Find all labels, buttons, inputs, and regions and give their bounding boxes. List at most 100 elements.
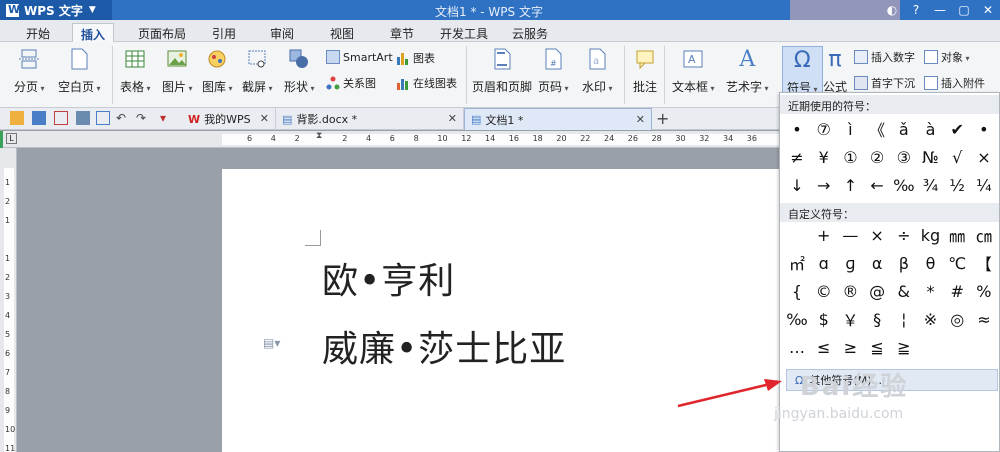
help-icon[interactable]: ? — [908, 2, 924, 18]
recent-symbol-cell[interactable]: ② — [864, 145, 890, 169]
tab-home[interactable]: 开始 — [18, 23, 58, 42]
close-icon[interactable]: ✕ — [980, 2, 996, 18]
table-button[interactable]: 表格 — [120, 46, 151, 95]
recent-symbol-cell[interactable]: ⑦ — [811, 117, 837, 141]
insert-attachment-button[interactable]: 插入附件 — [924, 75, 985, 91]
online-chart-button[interactable]: 在线图表 — [396, 75, 457, 91]
custom-symbol-cell[interactable]: ㎡ — [784, 251, 810, 275]
recent-symbol-cell[interactable]: ↓ — [784, 173, 810, 197]
recent-symbol-cell[interactable]: 《 — [864, 117, 890, 141]
header-footer-button[interactable]: 页眉和页脚 — [472, 46, 532, 95]
recent-symbol-cell[interactable]: ≠ — [784, 145, 810, 169]
recent-symbol-cell[interactable]: ¥ — [811, 145, 837, 169]
recent-symbol-cell[interactable]: ǎ — [891, 117, 917, 141]
close-tab-icon[interactable]: ✕ — [636, 113, 645, 126]
customize-arrow-icon[interactable]: ▾ — [160, 111, 174, 125]
document-line-1[interactable]: 欧•亨利 — [322, 252, 455, 304]
custom-symbol-cell[interactable]: # — [944, 279, 970, 303]
save-icon[interactable] — [32, 111, 46, 125]
custom-symbol-cell[interactable]: ɑ — [811, 251, 837, 275]
document-line-2[interactable]: 威廉•莎士比亚 — [322, 320, 566, 372]
preview-icon[interactable] — [96, 111, 110, 125]
doc-tab-doc1[interactable]: ▤ 文档1 * ✕ — [464, 108, 652, 130]
recent-symbol-cell[interactable]: → — [811, 173, 837, 197]
picture-button[interactable]: 图片 — [162, 46, 193, 95]
recent-symbol-cell[interactable]: ¾ — [918, 173, 944, 197]
tab-chapter[interactable]: 章节 — [382, 23, 422, 42]
recent-symbol-cell[interactable]: ① — [837, 145, 863, 169]
wordart-button[interactable]: A 艺术字 — [726, 46, 769, 95]
recent-symbol-cell[interactable]: • — [784, 117, 810, 141]
shapes-button[interactable]: 形状 — [284, 46, 315, 95]
recent-symbol-cell[interactable]: à — [918, 117, 944, 141]
page-number-button[interactable]: # 页码 — [538, 46, 569, 95]
custom-symbol-cell[interactable]: { — [784, 279, 810, 303]
export-pdf-icon[interactable] — [54, 111, 68, 125]
tab-references[interactable]: 引用 — [204, 23, 244, 42]
redo-icon[interactable]: ↷ — [136, 111, 150, 125]
custom-symbol-cell[interactable]: ㎝ — [971, 223, 997, 247]
chart-button[interactable]: 图表 — [396, 50, 435, 66]
tab-review[interactable]: 审阅 — [262, 23, 302, 42]
undo-icon[interactable]: ↶ — [116, 111, 130, 125]
custom-symbol-cell[interactable] — [971, 335, 997, 359]
custom-symbol-cell[interactable]: ≥ — [837, 335, 863, 359]
open-icon[interactable] — [10, 111, 24, 125]
recent-symbol-cell[interactable]: √ — [944, 145, 970, 169]
skin-icon[interactable]: ◐ — [884, 2, 900, 18]
page-break-button[interactable]: 分页 — [14, 46, 45, 95]
recent-symbol-cell[interactable]: ¼ — [971, 173, 997, 197]
relation-chart-button[interactable]: 关系图 — [326, 75, 376, 91]
custom-symbol-cell[interactable]: § — [864, 307, 890, 331]
textbox-button[interactable]: A 文本框 — [672, 46, 715, 95]
custom-symbol-cell[interactable]: … — [784, 335, 810, 359]
custom-symbol-cell[interactable]: 【 — [971, 251, 997, 275]
smartart-button[interactable]: SmartArt — [326, 50, 393, 64]
custom-symbol-cell[interactable]: α — [864, 251, 890, 275]
custom-symbol-cell[interactable]: & — [891, 279, 917, 303]
custom-symbol-cell[interactable]: ¦ — [891, 307, 917, 331]
close-tab-icon[interactable]: ✕ — [260, 112, 269, 125]
custom-symbol-cell[interactable]: ‰ — [784, 307, 810, 331]
custom-symbol-cell[interactable]: © — [811, 279, 837, 303]
tab-insert[interactable]: 插入 — [72, 23, 115, 42]
tab-page-layout[interactable]: 页面布局 — [130, 23, 194, 42]
custom-symbol-cell[interactable]: ≦ — [864, 335, 890, 359]
new-tab-icon[interactable]: + — [656, 109, 669, 128]
screenshot-button[interactable]: 截屏 — [242, 46, 273, 95]
custom-symbol-cell[interactable]: ≤ — [811, 335, 837, 359]
formula-button[interactable]: π 公式 — [822, 46, 848, 95]
tab-developer[interactable]: 开发工具 — [432, 23, 496, 42]
custom-symbol-cell[interactable]: @ — [864, 279, 890, 303]
custom-symbol-cell[interactable]: β — [891, 251, 917, 275]
custom-symbol-cell[interactable]: θ — [918, 251, 944, 275]
custom-symbol-cell[interactable]: ≧ — [891, 335, 917, 359]
custom-symbol-cell[interactable]: + — [811, 223, 837, 247]
tab-cloud[interactable]: 云服务 — [504, 23, 556, 42]
app-menu-button[interactable]: WPS 文字 ▼ — [0, 0, 112, 20]
custom-symbol-cell[interactable]: * — [918, 279, 944, 303]
custom-symbol-cell[interactable]: ※ — [918, 307, 944, 331]
custom-symbol-cell[interactable]: kg — [918, 223, 944, 247]
doc-tab-beiying[interactable]: ▤ 背影.docx * ✕ — [276, 108, 464, 130]
custom-symbol-cell[interactable]: — — [837, 223, 863, 247]
custom-symbol-cell[interactable] — [944, 335, 970, 359]
recent-symbol-cell[interactable]: ✔ — [944, 117, 970, 141]
custom-symbol-cell[interactable]: ￥ — [837, 307, 863, 331]
insert-number-button[interactable]: 插入数字 — [854, 49, 915, 65]
custom-symbol-cell[interactable]: ㎜ — [944, 223, 970, 247]
custom-symbol-cell[interactable]: ◎ — [944, 307, 970, 331]
minimize-icon[interactable]: — — [932, 2, 948, 18]
maximize-icon[interactable]: ▢ — [956, 2, 972, 18]
paragraph-menu-icon[interactable]: ▤▾ — [263, 336, 280, 350]
recent-symbol-cell[interactable]: № — [918, 145, 944, 169]
dropcap-button[interactable]: 首字下沉 — [854, 75, 915, 91]
tab-stop-icon[interactable]: L — [6, 133, 17, 144]
custom-symbol-cell[interactable]: % — [971, 279, 997, 303]
close-tab-icon[interactable]: ✕ — [448, 112, 457, 125]
recent-symbol-cell[interactable]: ← — [864, 173, 890, 197]
recent-symbol-cell[interactable]: ì — [837, 117, 863, 141]
watermark-button[interactable]: a 水印 — [582, 46, 613, 95]
custom-symbol-cell[interactable]: × — [864, 223, 890, 247]
blank-page-button[interactable]: 空白页 — [58, 46, 101, 95]
